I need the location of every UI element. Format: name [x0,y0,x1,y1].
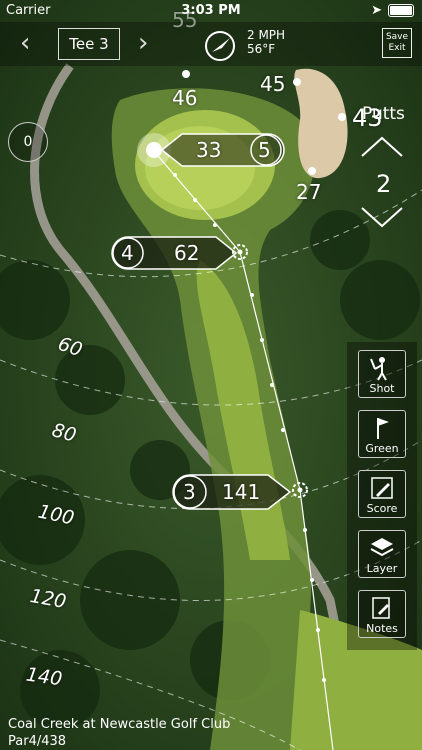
pencil-icon [371,477,393,499]
layer-button[interactable]: Layer [358,530,406,578]
target-dot [182,70,190,78]
golfer-icon [370,357,387,381]
wind-direction-icon [205,31,235,61]
temperature: 56°F [247,42,276,56]
battery-icon [388,4,414,17]
putts-increase-button[interactable] [360,136,404,158]
callout-distance: 141 [222,480,261,504]
status-bar: Carrier 3:03 PM ➤ [0,0,422,22]
hole-info: Par4/438 [8,734,67,749]
course-footer: Coal Creek at Newcastle Golf Club Par4/4… [8,716,230,750]
notes-button[interactable]: Notes [358,590,406,638]
yardage-bunker-front: 45 [260,72,286,96]
callout-distance: 33 [196,138,222,162]
tool-panel: Shot Green Score Layer Notes [347,342,417,650]
flag-icon [377,418,389,439]
yardage-back-top: 55 [172,8,198,32]
shot-button[interactable]: Shot [358,350,406,398]
wind-speed: 2 MPH [247,28,286,42]
status-time: 3:03 PM [181,3,241,18]
compass-button[interactable]: 0 [8,122,48,162]
target-dot [338,113,346,121]
callout-club: 3 [183,480,196,504]
previous-hole-button[interactable]: ‹ [20,28,30,58]
shot-marker-icon[interactable] [230,242,250,262]
course-name: Coal Creek at Newcastle Golf Club [8,717,231,732]
yardage-bunker-carry: 27 [296,180,322,204]
callout-club: 4 [121,241,134,265]
target-dot [293,78,301,86]
yardage-back: 46 [172,86,198,110]
location-icon: ➤ [371,3,382,18]
tee-selector[interactable]: Tee 3 [58,28,120,60]
target-dot [308,167,316,175]
callout-club: 5 [258,138,271,162]
callout-distance: 62 [174,241,200,265]
putts-count: 2 [376,170,392,198]
hole-navbar: ‹ Tee 3 › 2 MPH 56°F Save Exit [0,22,422,66]
putts-label: Putts [362,104,405,124]
green-button[interactable]: Green [358,410,406,458]
score-button[interactable]: Score [358,470,406,518]
putts-decrease-button[interactable] [360,206,404,228]
save-exit-button[interactable]: Save Exit [382,28,412,58]
layers-icon [370,538,394,557]
notes-icon [372,597,390,619]
shot-marker-icon[interactable] [290,480,310,500]
next-hole-button[interactable]: › [138,28,148,58]
